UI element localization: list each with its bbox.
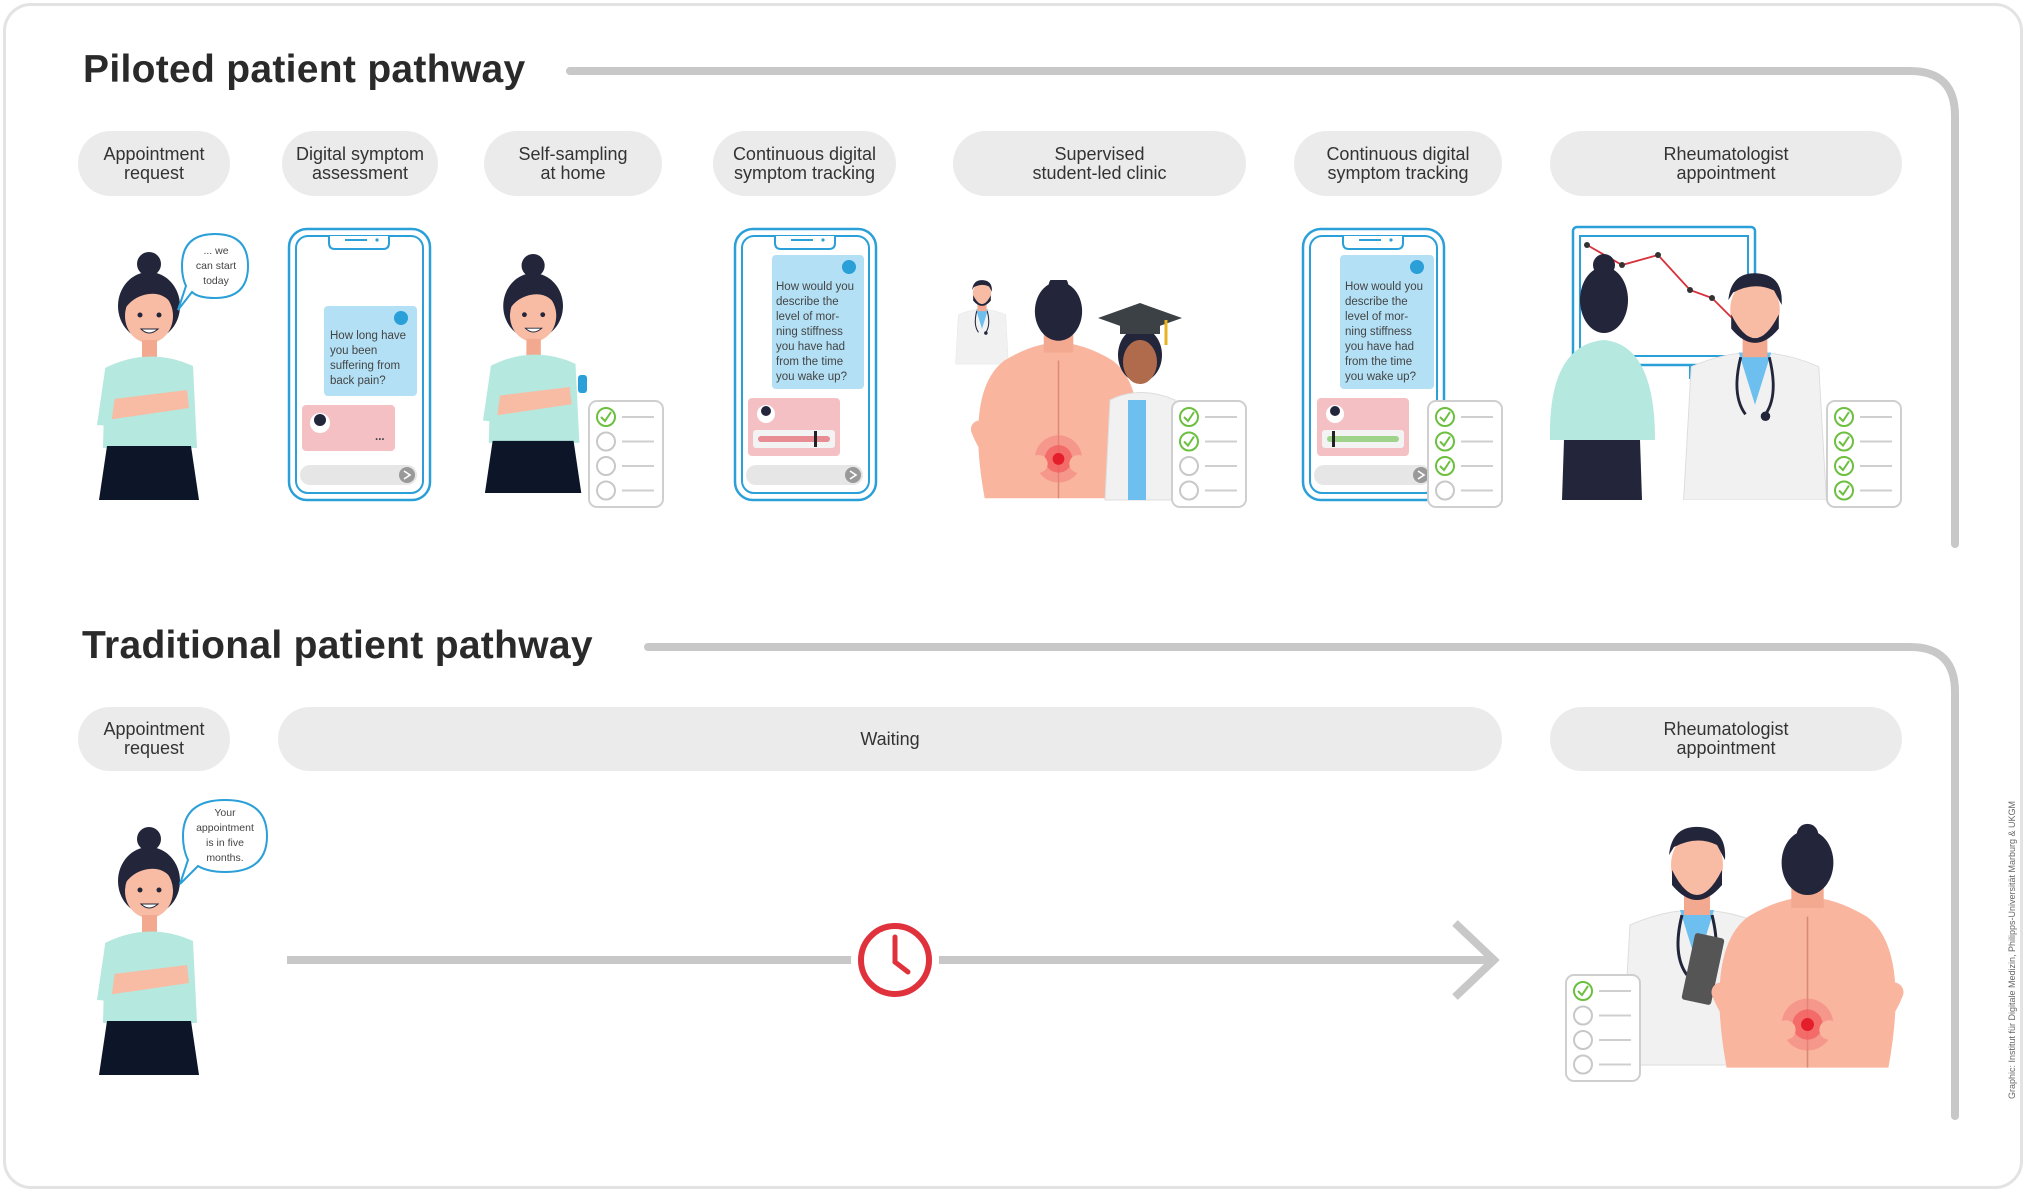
step-continuous-tracking-2: Continuous digital symptom tracking xyxy=(1294,131,1502,196)
sampling-device-icon xyxy=(578,375,587,393)
stiffness-slider-track xyxy=(758,436,830,442)
stiffness-slider-handle xyxy=(814,431,817,447)
checklist-traditional xyxy=(1565,974,1641,1082)
chat-typing-indicator: ... xyxy=(375,431,385,443)
piloted-pathway-title: Piloted patient pathway xyxy=(83,48,526,91)
chat-question-text-3: How would you describe the level of mor-… xyxy=(1345,281,1423,383)
chatbot-icon xyxy=(842,260,856,274)
checklist-clinic xyxy=(1171,400,1247,508)
chatbot-icon xyxy=(1410,260,1424,274)
supervising-doctor-illustration xyxy=(954,278,1010,366)
checklist-tracking xyxy=(1427,400,1503,508)
clock-icon xyxy=(851,916,939,1004)
step-rheumatologist-appointment-traditional: Rheumatologist appointment xyxy=(1550,707,1902,771)
checklist-self-sampling xyxy=(588,400,664,508)
pathway-diagram: Piloted patient pathway Traditional pati… xyxy=(0,0,2030,1196)
patient-back-pain-illustration-2 xyxy=(1719,824,1895,1068)
step-waiting: Waiting xyxy=(278,707,1502,771)
chat-question-text-1: How long have you been suffering from ba… xyxy=(330,330,407,387)
step-rheumatologist-appointment: Rheumatologist appointment xyxy=(1550,131,1902,196)
speech-text-1: ... we can start today xyxy=(195,244,237,287)
graphic-credit: Graphic: Institut für Digitale Medizin, … xyxy=(2007,800,2017,1100)
step-appointment-request-traditional: Appointment request xyxy=(78,707,230,771)
step-continuous-tracking-1: Continuous digital symptom tracking xyxy=(713,131,896,196)
checklist-rheumatologist xyxy=(1826,400,1902,508)
traditional-pathway-title: Traditional patient pathway xyxy=(82,624,593,667)
step-student-led-clinic: Supervised student-led clinic xyxy=(953,131,1246,196)
student-illustration xyxy=(1098,303,1182,501)
stiffness-slider-handle xyxy=(1332,431,1335,447)
step-appointment-request: Appointment request xyxy=(78,131,230,196)
chat-question-text-2: How would you describe the level of mor-… xyxy=(776,281,854,383)
chatbot-icon xyxy=(394,311,408,325)
self-sampling-patient-illustration xyxy=(483,253,582,494)
step-digital-symptom-assessment: Digital symptom assessment xyxy=(282,131,438,196)
step-self-sampling: Self-sampling at home xyxy=(484,131,662,196)
speech-text-2: Your appointment is in five months. xyxy=(196,807,254,864)
stiffness-slider-track xyxy=(1327,436,1399,442)
